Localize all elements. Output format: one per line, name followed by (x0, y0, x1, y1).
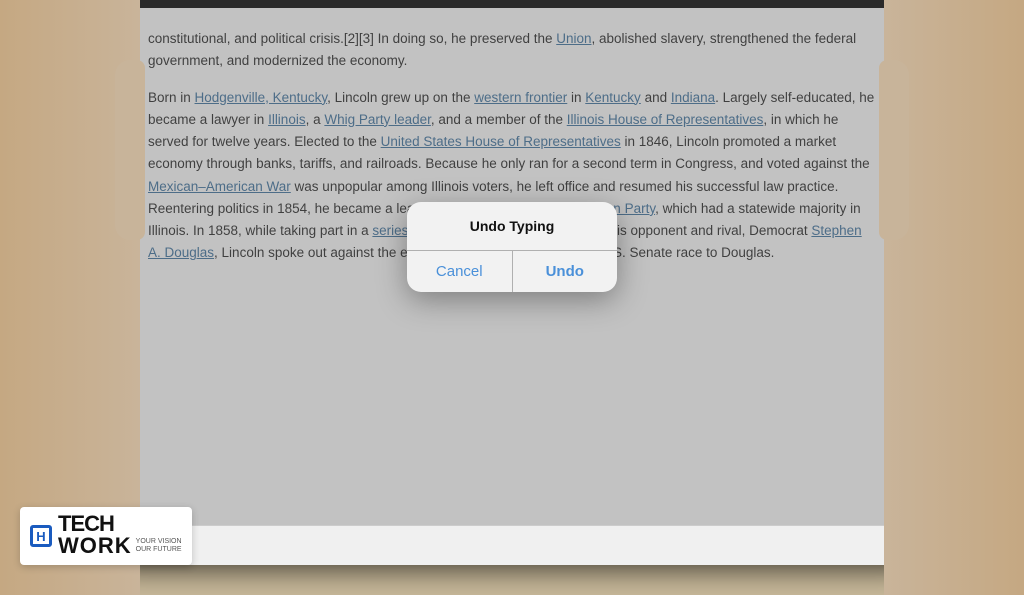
tagline-line2: OUR FUTURE (136, 546, 182, 554)
tagline-line1: YOUR VISION (136, 538, 182, 546)
undo-button[interactable]: Undo (513, 251, 618, 292)
tablet-screen: constitutional, and political crisis.[2]… (118, 8, 906, 525)
watermark-logo: H TECH WORK YOUR VISION OUR FUTURE (20, 507, 192, 565)
logo-bracket-icon: H (30, 525, 52, 547)
hand-left (0, 0, 140, 595)
tablet: constitutional, and political crisis.[2]… (110, 0, 914, 565)
cancel-button[interactable]: Cancel (407, 251, 513, 292)
hand-right (884, 0, 1024, 595)
logo-row2: WORK YOUR VISION OUR FUTURE (58, 533, 182, 559)
dialog-backdrop: Undo Typing Cancel Undo (118, 8, 906, 485)
undo-typing-dialog: Undo Typing Cancel Undo (407, 202, 617, 292)
logo-tagline: YOUR VISION OUR FUTURE (136, 538, 182, 555)
logo-row1: TECH (58, 513, 182, 535)
tablet-bottom-bar: 📝 1 Note (118, 525, 906, 565)
logo-tech-text: TECH (58, 513, 114, 535)
dialog-buttons: Cancel Undo (407, 250, 617, 292)
dialog-title: Undo Typing (407, 202, 617, 242)
logo-work-text: WORK (58, 533, 132, 559)
logo-text-block: TECH WORK YOUR VISION OUR FUTURE (58, 513, 182, 559)
